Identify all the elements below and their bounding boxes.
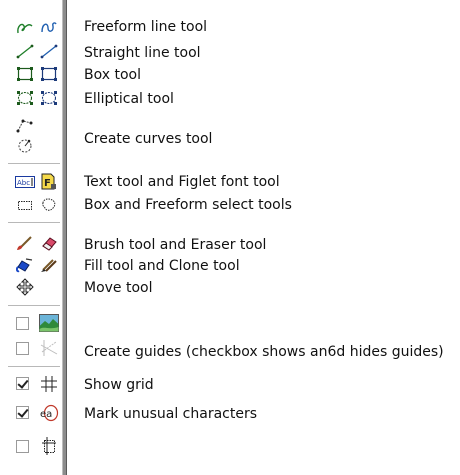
bezier-curve-icon[interactable] [14, 115, 36, 135]
fill-bucket-icon[interactable] [14, 255, 36, 275]
select-tools-label: Box and Freeform select tools [84, 197, 292, 213]
create-curves-label: Create curves tool [84, 131, 213, 147]
fill-clone-label: Fill tool and Clone tool [84, 258, 240, 274]
box-select-icon[interactable] [14, 195, 36, 215]
mark-unusual-checkbox[interactable] [16, 406, 29, 419]
guides-toggle-checkbox[interactable] [16, 342, 29, 355]
toolbar: Abc F ea [0, 0, 62, 475]
ellipse-icon[interactable] [14, 88, 36, 108]
ellipse-alt-icon[interactable] [38, 88, 60, 108]
box-label: Box tool [84, 67, 141, 83]
box-alt-icon[interactable] [38, 64, 60, 84]
brush-eraser-label: Brush tool and Eraser tool [84, 237, 267, 253]
unusual-chars-icon[interactable]: ea [38, 403, 60, 423]
arc-curve-icon[interactable] [14, 136, 36, 156]
text-figlet-label: Text tool and Figlet font tool [84, 174, 280, 190]
toolbar-border [62, 0, 67, 475]
text-tool-glyph: Abc [17, 179, 30, 187]
create-guides-label: Create guides (checkbox shows an6d hides… [84, 344, 444, 360]
straight-line-alt-icon[interactable] [38, 41, 60, 61]
svg-text:ea: ea [40, 409, 52, 420]
eraser-icon[interactable] [38, 233, 60, 253]
toolbar-separator [8, 305, 60, 307]
frame-guides-icon[interactable] [38, 436, 60, 456]
move-arrows-icon[interactable] [14, 277, 36, 297]
figlet-font-icon[interactable]: F [38, 172, 60, 192]
move-label: Move tool [84, 280, 153, 296]
box-icon[interactable] [14, 64, 36, 84]
elliptical-label: Elliptical tool [84, 91, 174, 107]
straight-line-label: Straight line tool [84, 45, 201, 61]
clone-brush-icon[interactable] [38, 255, 60, 275]
freeform-select-icon[interactable] [38, 195, 60, 215]
freeform-line-label: Freeform line tool [84, 19, 208, 35]
straight-line-icon[interactable] [14, 41, 36, 61]
svg-text:F: F [44, 178, 51, 189]
toolbar-separator [8, 222, 60, 224]
mark-unusual-label: Mark unusual characters [84, 406, 258, 422]
toolbar-separator [8, 163, 60, 165]
grid-icon[interactable] [38, 374, 60, 394]
guides-icon[interactable] [38, 338, 60, 358]
freeform-line-icon[interactable] [14, 18, 36, 38]
last-toggle-checkbox[interactable] [16, 440, 29, 453]
freeform-curve-icon[interactable] [38, 18, 60, 38]
text-tool-icon[interactable]: Abc [14, 172, 36, 192]
image-toggle-checkbox[interactable] [16, 317, 29, 330]
brush-icon[interactable] [14, 233, 36, 253]
background-image-icon[interactable] [38, 313, 60, 333]
show-grid-checkbox[interactable] [16, 377, 29, 390]
show-grid-label: Show grid [84, 377, 154, 393]
toolbar-separator [8, 366, 60, 368]
